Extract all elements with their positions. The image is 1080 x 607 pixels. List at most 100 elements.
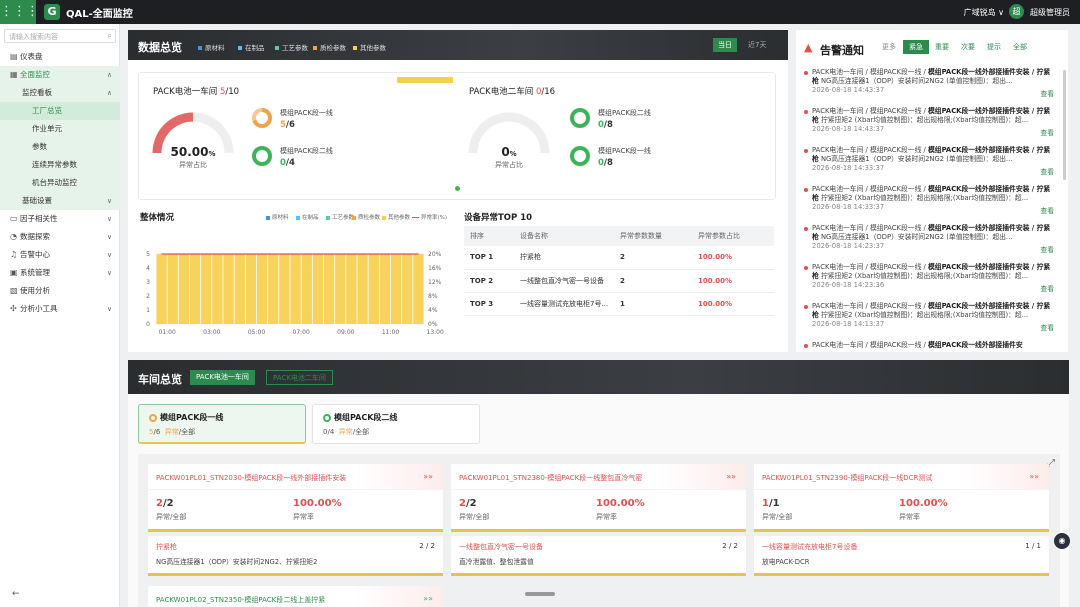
legend-item: 在制品 (296, 213, 319, 221)
device-name: 一线整包直冷气密一号设备 (459, 543, 543, 551)
sidebar-item-params[interactable]: 参数 (0, 138, 120, 156)
list-item[interactable]: PACK电池一车间 / 模组PACK段一线 / 模组PACK段一线外部接插件安装… (804, 107, 1054, 146)
sidebar-item-explore[interactable]: ◔ 数据探索 ∨ (0, 228, 120, 246)
view-link[interactable]: 查看 (1040, 246, 1054, 255)
view-link[interactable]: 查看 (1040, 129, 1054, 138)
station-card[interactable]: PACKW01PL02_STN2350-模组PACK段二线上盖拧紧 »» (148, 586, 443, 607)
tab-minor[interactable]: 次要 (955, 40, 981, 54)
chart-bar (357, 254, 368, 324)
alert-tabs: 紧急 重要 次要 提示 全部 (903, 40, 1033, 54)
avatar[interactable]: 超 (1009, 4, 1024, 19)
horizontal-scrollbar[interactable] (525, 592, 555, 596)
sidebar-item-basic-settings[interactable]: 基础设置 ∨ (0, 192, 120, 210)
search-input[interactable]: 请输入搜索内容 ⌕ (4, 29, 116, 43)
region-select[interactable]: 广域锐岛 ∨ (964, 7, 1004, 18)
top-bar: ⋮⋮⋮ G QAL-全面监控 广域锐岛 ∨ 超 超级管理员 (0, 0, 1080, 24)
legend-item: 异常率(%) (412, 213, 447, 221)
chart-bar (390, 254, 402, 324)
sidebar-item-monitor-board[interactable]: 监控看板 ∧ (0, 84, 120, 102)
chevron-down-icon: ∨ (106, 269, 112, 277)
list-item[interactable]: PACK电池一车间 / 模组PACK段一线 / 模组PACK段一线外部接插件安装… (804, 302, 1054, 341)
grid-menu-icon[interactable]: ⋮⋮⋮ (0, 0, 39, 24)
alert-path: PACK电池一车间 / 模组PACK段一线 / (812, 107, 928, 115)
sidebar-item-label: 工厂总览 (32, 106, 62, 115)
table-row[interactable]: TOP 3 一线容量测试充放电柜7号... 1 100.00% (464, 292, 774, 316)
sidebar-item-tools[interactable]: ✣ 分析小工具 ∨ (0, 300, 120, 318)
tab-hint[interactable]: 提示 (981, 40, 1007, 54)
sidebar-item-machine-change[interactable]: 机台异动监控 (0, 174, 120, 192)
station-rate-label: 异常率 (293, 513, 314, 521)
today-button[interactable]: 当日 (713, 38, 737, 52)
sidebar-item-continuous-abnormal[interactable]: 连续异常参数 (0, 156, 120, 174)
station-detail[interactable]: 一线整包直冷气密一号设备 2 / 2 直冷泄露值、整包泄露值 (451, 536, 746, 576)
sidebar-item-factor[interactable]: ▭ 因子相关性 ∨ (0, 210, 120, 228)
tab-all[interactable]: 全部 (1007, 40, 1033, 54)
list-item[interactable]: PACK电池一车间 / 模组PACK段一线 / 模组PACK段一线外部接插件安装… (804, 224, 1054, 263)
sidebar-item-system[interactable]: ▣ 系统管理 ∨ (0, 264, 120, 282)
chart-bar (402, 254, 413, 324)
station-detail[interactable]: 拧紧枪 2 / 2 NG高压连接器1（ODP）安装时间2NG2、拧紧扭矩2 (148, 536, 443, 576)
tab-workshop-2[interactable]: PACK电池二车间 (266, 370, 333, 385)
sidebar-item-factory-overview[interactable]: 工厂总览 (0, 102, 120, 120)
alert-time: 2026-08-18 14:33:37 (812, 203, 885, 211)
sidebar-item-work-unit[interactable]: 作业单元 (0, 120, 120, 138)
chart-bar (156, 254, 167, 324)
assistant-icon[interactable]: ◉ (1054, 533, 1070, 549)
sidebar-item-label: 参数 (32, 142, 47, 151)
user-name[interactable]: 超级管理员 (1030, 7, 1070, 18)
alert-station: 模组PACK段一线外部接插件安 (927, 341, 1023, 349)
view-link[interactable]: 查看 (1040, 90, 1054, 99)
count-total: /1 (768, 498, 780, 509)
line-card-2[interactable]: 模组PACK段二线 0/4 异常/全部 (312, 404, 480, 444)
tab-workshop-1[interactable]: PACK电池一车间 (190, 370, 255, 385)
more-link[interactable]: 更多 (882, 42, 896, 52)
sidebar-item-label: 监控看板 (22, 88, 52, 97)
sidebar-item-label: 仪表盘 (20, 52, 43, 61)
chevron-up-icon: ∧ (106, 89, 112, 97)
y-tick-label: 0 (146, 321, 150, 328)
view-link[interactable]: 查看 (1040, 168, 1054, 177)
double-arrow-icon[interactable]: »» (1029, 472, 1039, 481)
station-bar (148, 529, 443, 532)
y-tick-label: 1 (146, 307, 150, 314)
list-item[interactable]: PACK电池一车间 / 模组PACK段一线 / 模组PACK段一线外部接插件安 (804, 341, 1054, 352)
view-link[interactable]: 查看 (1040, 207, 1054, 216)
x-tick-label: 01:00 (159, 329, 176, 336)
line-card-count: 5/6 异常/全部 (149, 427, 195, 437)
carousel-dot[interactable] (455, 186, 460, 191)
view-link[interactable]: 查看 (1040, 324, 1054, 333)
explore-icon: ◔ (10, 232, 17, 241)
line-card-1[interactable]: 模组PACK段一线 5/6 异常/全部 (138, 404, 306, 444)
workshop-1-percent: 50.00% (151, 145, 235, 159)
table-row[interactable]: TOP 2 一线整包直冷气密一号设备 2 100.00% (464, 269, 774, 293)
sidebar-item-dashboard[interactable]: ▤ 仪表盘 (0, 48, 120, 66)
sidebar-item-full-monitor[interactable]: ▦ 全面监控 ∧ (0, 66, 120, 84)
double-arrow-icon[interactable]: »» (423, 594, 433, 603)
chart-bar (368, 254, 379, 324)
list-item[interactable]: PACK电池一车间 / 模组PACK段一线 / 模组PACK段一线外部接插件安装… (804, 263, 1054, 302)
sidebar-item-label: 数据探索 (20, 232, 50, 241)
last-7-days-button[interactable]: 近7天 (743, 38, 771, 52)
scrollbar[interactable] (1063, 70, 1066, 180)
view-link[interactable]: 查看 (1040, 285, 1054, 294)
list-item[interactable]: PACK电池一车间 / 模组PACK段一线 / 模组PACK段一线外部接插件安装… (804, 146, 1054, 185)
chart-bar (413, 254, 424, 324)
sidebar-item-alarm[interactable]: ♫ 告警中心 ∨ (0, 246, 120, 264)
double-arrow-icon[interactable]: »» (726, 472, 736, 481)
system-icon: ▣ (10, 268, 18, 277)
station-detail[interactable]: 一线容量测试充放电柜7号设备 1 / 1 放电PACK-DCR (754, 536, 1049, 576)
tab-important[interactable]: 重要 (929, 40, 955, 54)
double-arrow-icon[interactable]: »» (423, 472, 433, 481)
sidebar-item-usage[interactable]: ▧ 使用分析 (0, 282, 120, 300)
station-card[interactable]: PACKW01PL01_STN2390-模组PACK段一线DCR测试 »» 1/1 异… (754, 464, 1049, 532)
search-icon[interactable]: ⌕ (108, 31, 112, 41)
list-item[interactable]: PACK电池一车间 / 模组PACK段一线 / 模组PACK段一线外部接插件安装… (804, 185, 1054, 224)
table-row[interactable]: TOP 1 拧紧枪 2 100.00% (464, 246, 774, 270)
collapse-sidebar-icon[interactable]: ← (12, 589, 20, 599)
list-item[interactable]: PACK电池一车间 / 模组PACK段一线 / 模组PACK段一线外部接插件安装… (804, 68, 1054, 107)
station-card[interactable]: PACKW01PL01_STN2030-模组PACK段一线外部接插件安装 »» 2/… (148, 464, 443, 532)
app-logo: G (44, 4, 60, 20)
tab-urgent[interactable]: 紧急 (903, 40, 929, 54)
station-card[interactable]: PACKW01PL01_STN2380-模组PACK段一线整包直冷气密 »» 2/2… (451, 464, 746, 532)
alert-desc: NG高压连接器1（ODP）安装时间2NG2 (单值控制图)：超出... (818, 233, 1013, 241)
